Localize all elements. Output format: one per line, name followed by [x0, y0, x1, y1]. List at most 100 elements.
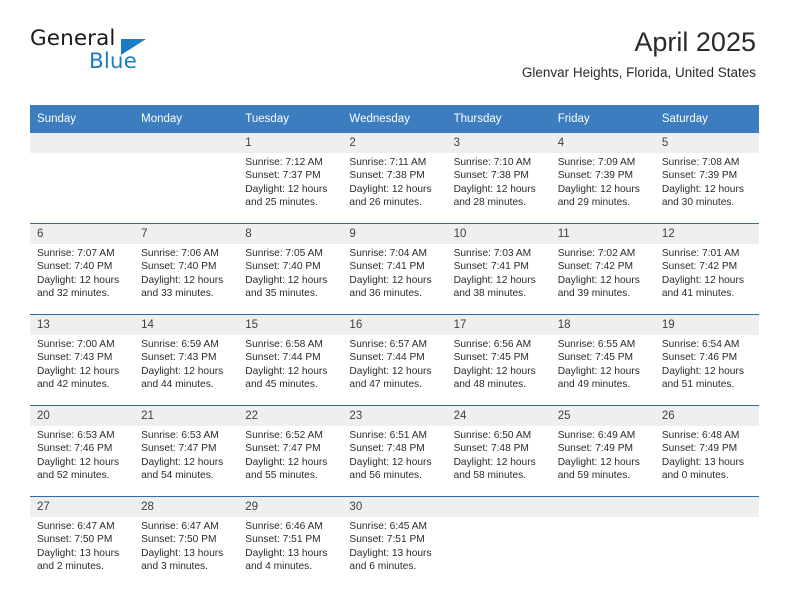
day-number: 9: [342, 224, 447, 244]
calendar-day-cell[interactable]: 15 Sunrise: 6:58 AM Sunset: 7:44 PM Dayligh…: [238, 314, 343, 406]
calendar-day-cell[interactable]: 18 Sunrise: 6:55 AM Sunset: 7:45 PM Dayligh…: [550, 314, 655, 406]
calendar-day-cell[interactable]: 29 Sunrise: 6:46 AM Sunset: 7:51 PM Dayligh…: [238, 496, 343, 587]
sunrise-text: Sunrise: 7:03 AM: [453, 248, 532, 259]
day-number: 6: [30, 224, 135, 244]
sunset-text: Sunset: 7:40 PM: [141, 261, 217, 273]
sunrise-text: Sunrise: 6:51 AM: [349, 430, 428, 441]
daylight-text: Daylight: 12 hours and 41 minutes.: [661, 274, 744, 300]
calendar-day-cell[interactable]: 16 Sunrise: 6:57 AM Sunset: 7:44 PM Dayligh…: [342, 314, 447, 406]
calendar-day-cell[interactable]: 3 Sunrise: 7:10 AM Sunset: 7:38 PM Daylight…: [446, 133, 551, 224]
calendar-day-cell[interactable]: 17 Sunrise: 6:56 AM Sunset: 7:45 PM Dayligh…: [446, 314, 551, 406]
calendar-day-cell[interactable]: 8 Sunrise: 7:05 AM Sunset: 7:40 PM Daylight…: [238, 223, 343, 315]
calendar-day-cell[interactable]: 24 Sunrise: 6:50 AM Sunset: 7:48 PM Dayligh…: [446, 405, 551, 497]
calendar-day-cell[interactable]: [134, 133, 239, 224]
daylight-text: Daylight: 12 hours and 47 minutes.: [349, 365, 432, 391]
calendar-day-cell[interactable]: [654, 496, 759, 587]
calendar-day-cell[interactable]: 6 Sunrise: 7:07 AM Sunset: 7:40 PM Daylight…: [30, 223, 135, 315]
day-details: [655, 517, 759, 520]
daylight-text: Daylight: 12 hours and 58 minutes.: [453, 456, 536, 482]
sunset-text: Sunset: 7:42 PM: [661, 261, 738, 273]
day-details: Sunrise: 6:49 AM Sunset: 7:49 PM Daylight:…: [551, 426, 655, 483]
calendar-day-cell[interactable]: 10 Sunrise: 7:03 AM Sunset: 7:41 PM Dayligh…: [446, 223, 551, 315]
sunrise-text: Sunrise: 6:53 AM: [141, 430, 219, 441]
calendar-day-cell[interactable]: 26 Sunrise: 6:48 AM Sunset: 7:49 PM Dayligh…: [654, 405, 759, 497]
day-number: [134, 133, 239, 153]
day-number: 10: [446, 224, 551, 244]
general-blue-logo[interactable]: General Blue: [30, 26, 230, 82]
sunrise-text: Sunrise: 6:46 AM: [245, 521, 323, 532]
day-number: 4: [550, 133, 655, 153]
day-details: Sunrise: 6:45 AM Sunset: 7:51 PM Daylight:…: [342, 517, 446, 574]
daylight-text: Daylight: 13 hours and 4 minutes.: [245, 547, 328, 573]
sunrise-text: Sunrise: 6:52 AM: [245, 430, 323, 441]
daylight-text: Daylight: 12 hours and 51 minutes.: [661, 365, 744, 391]
sunset-text: Sunset: 7:39 PM: [661, 170, 738, 182]
day-number: 12: [654, 224, 759, 244]
logo-text-general: General: [30, 26, 116, 51]
daylight-text: Daylight: 12 hours and 35 minutes.: [245, 274, 328, 300]
calendar-day-cell[interactable]: 25 Sunrise: 6:49 AM Sunset: 7:49 PM Dayligh…: [550, 405, 655, 497]
calendar-day-cell[interactable]: 9 Sunrise: 7:04 AM Sunset: 7:41 PM Daylight…: [342, 223, 447, 315]
weekday-header-monday: Monday: [134, 105, 239, 133]
daylight-text: Daylight: 12 hours and 54 minutes.: [141, 456, 224, 482]
sunrise-text: Sunrise: 6:54 AM: [661, 339, 740, 350]
day-number: 19: [654, 315, 759, 335]
sunrise-text: Sunrise: 7:02 AM: [557, 248, 636, 259]
sunrise-text: Sunrise: 6:55 AM: [557, 339, 636, 350]
calendar-day-cell[interactable]: 19 Sunrise: 6:54 AM Sunset: 7:46 PM Dayligh…: [654, 314, 759, 406]
calendar-day-cell[interactable]: 23 Sunrise: 6:51 AM Sunset: 7:48 PM Dayligh…: [342, 405, 447, 497]
day-number: 13: [30, 315, 135, 335]
day-details: Sunrise: 6:53 AM Sunset: 7:47 PM Daylight:…: [134, 426, 238, 483]
day-number: 29: [238, 497, 343, 517]
calendar-day-cell[interactable]: 27 Sunrise: 6:47 AM Sunset: 7:50 PM Dayligh…: [30, 496, 135, 587]
calendar-table: Sunday Monday Tuesday Wednesday Thursday…: [30, 105, 759, 587]
calendar-body: 1 Sunrise: 7:12 AM Sunset: 7:37 PM Daylight…: [30, 133, 759, 587]
day-number: 28: [134, 497, 239, 517]
day-number: 22: [238, 406, 343, 426]
calendar-day-cell[interactable]: 2 Sunrise: 7:11 AM Sunset: 7:38 PM Daylight…: [342, 133, 447, 224]
sunrise-text: Sunrise: 6:57 AM: [349, 339, 428, 350]
day-number: [446, 497, 551, 517]
day-number: 20: [30, 406, 135, 426]
day-number: 21: [134, 406, 239, 426]
daylight-text: Daylight: 12 hours and 56 minutes.: [349, 456, 432, 482]
calendar-day-cell[interactable]: 14 Sunrise: 6:59 AM Sunset: 7:43 PM Dayligh…: [134, 314, 239, 406]
calendar-day-cell[interactable]: 20 Sunrise: 6:53 AM Sunset: 7:46 PM Dayligh…: [30, 405, 135, 497]
calendar-day-cell[interactable]: 28 Sunrise: 6:47 AM Sunset: 7:50 PM Dayligh…: [134, 496, 239, 587]
daylight-text: Daylight: 12 hours and 29 minutes.: [557, 183, 640, 209]
calendar-day-cell[interactable]: 11 Sunrise: 7:02 AM Sunset: 7:42 PM Dayligh…: [550, 223, 655, 315]
calendar-day-cell[interactable]: [550, 496, 655, 587]
calendar-day-cell[interactable]: 13 Sunrise: 7:00 AM Sunset: 7:43 PM Dayligh…: [30, 314, 135, 406]
calendar-day-cell[interactable]: [446, 496, 551, 587]
daylight-text: Daylight: 12 hours and 49 minutes.: [557, 365, 640, 391]
daylight-text: Daylight: 12 hours and 28 minutes.: [453, 183, 536, 209]
day-details: Sunrise: 6:47 AM Sunset: 7:50 PM Daylight:…: [30, 517, 134, 574]
calendar-day-cell[interactable]: 21 Sunrise: 6:53 AM Sunset: 7:47 PM Dayligh…: [134, 405, 239, 497]
title-block: April 2025 Glenvar Heights, Florida, Uni…: [522, 26, 756, 81]
day-number: 24: [446, 406, 551, 426]
calendar-day-cell[interactable]: 1 Sunrise: 7:12 AM Sunset: 7:37 PM Daylight…: [238, 133, 343, 224]
sunrise-text: Sunrise: 7:00 AM: [37, 339, 115, 350]
calendar-day-cell[interactable]: 5 Sunrise: 7:08 AM Sunset: 7:39 PM Daylight…: [654, 133, 759, 224]
day-details: Sunrise: 7:01 AM Sunset: 7:42 PM Daylight:…: [655, 244, 759, 301]
day-number: 23: [342, 406, 447, 426]
daylight-text: Daylight: 12 hours and 48 minutes.: [453, 365, 536, 391]
day-number: 11: [550, 224, 655, 244]
sunset-text: Sunset: 7:43 PM: [37, 352, 113, 364]
calendar-day-cell[interactable]: [30, 133, 135, 224]
calendar-day-cell[interactable]: 7 Sunrise: 7:06 AM Sunset: 7:40 PM Daylight…: [134, 223, 239, 315]
calendar-day-cell[interactable]: 4 Sunrise: 7:09 AM Sunset: 7:39 PM Daylight…: [550, 133, 655, 224]
calendar-day-cell[interactable]: 30 Sunrise: 6:45 AM Sunset: 7:51 PM Dayligh…: [342, 496, 447, 587]
sunrise-text: Sunrise: 7:11 AM: [349, 157, 427, 168]
sunrise-text: Sunrise: 7:08 AM: [661, 157, 740, 168]
day-details: Sunrise: 6:51 AM Sunset: 7:48 PM Daylight:…: [342, 426, 446, 483]
day-details: Sunrise: 6:59 AM Sunset: 7:43 PM Daylight:…: [134, 335, 238, 392]
sunrise-text: Sunrise: 7:07 AM: [37, 248, 115, 259]
day-number: 2: [342, 133, 447, 153]
calendar-day-cell[interactable]: 12 Sunrise: 7:01 AM Sunset: 7:42 PM Dayligh…: [654, 223, 759, 315]
calendar-day-cell[interactable]: 22 Sunrise: 6:52 AM Sunset: 7:47 PM Dayligh…: [238, 405, 343, 497]
day-details: Sunrise: 6:46 AM Sunset: 7:51 PM Daylight:…: [238, 517, 342, 574]
sunrise-text: Sunrise: 7:12 AM: [245, 157, 323, 168]
calendar-week-row: 1 Sunrise: 7:12 AM Sunset: 7:37 PM Daylight…: [30, 133, 759, 224]
sunset-text: Sunset: 7:46 PM: [37, 443, 113, 455]
